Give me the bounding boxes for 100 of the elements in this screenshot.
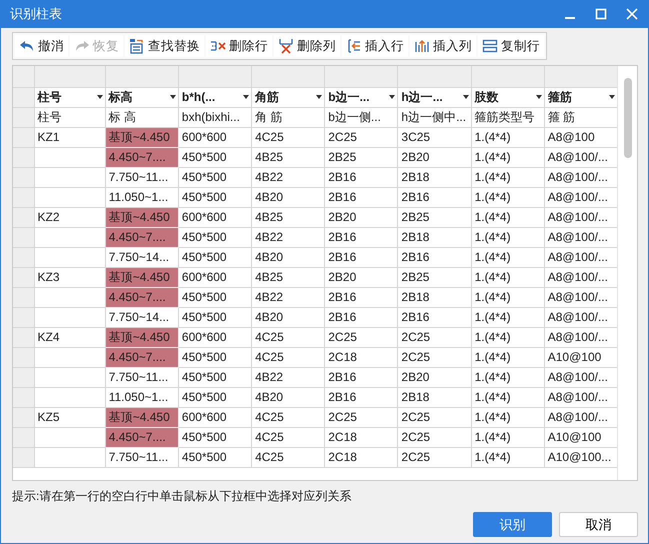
caret-icon: [316, 95, 322, 99]
table-cell: 基顶~4.450: [105, 127, 178, 147]
table-cell: 基顶~4.450: [105, 207, 178, 227]
toolbar-button[interactable]: 撤消: [15, 35, 68, 57]
table-cell: 1.(4*4): [471, 247, 544, 267]
table-cell: 2B20: [398, 147, 472, 167]
table-cell: 1.(4*4): [471, 427, 544, 447]
table-cell: KZ4: [34, 327, 106, 347]
toolbar-button[interactable]: 插入列: [410, 35, 476, 57]
table-cell: 450*500: [178, 287, 252, 307]
table-cell: 450*500: [178, 187, 252, 207]
table-cell: 1.(4*4): [471, 347, 544, 367]
table-cell: 1.(4*4): [471, 127, 544, 147]
table-cell: 2C25: [324, 407, 398, 427]
table-cell: 2B25: [398, 267, 472, 287]
table-cell: 2C25: [398, 447, 472, 467]
table-cell: 基顶~4.450: [105, 267, 178, 287]
column-dropdown[interactable]: h边一...: [398, 87, 472, 107]
header-cell[interactable]: [398, 66, 472, 87]
caret-icon: [96, 95, 103, 99]
table-cell: 3C25: [398, 127, 472, 147]
table-cell: 2B16: [324, 227, 398, 247]
table-cell: 7.750~14...: [105, 307, 178, 327]
table-cell: 2B20: [324, 267, 398, 287]
close-icon[interactable]: [626, 8, 638, 20]
table-cell: 箍筋类型号: [471, 107, 544, 127]
column-dropdown[interactable]: 角筋: [252, 87, 325, 107]
column-dropdown[interactable]: b边一...: [324, 87, 398, 107]
toolbar-button[interactable]: 插入行: [342, 35, 408, 57]
table-cell: 450*500: [178, 367, 252, 387]
toolbar-button[interactable]: 查找替换: [125, 35, 204, 57]
table-cell: 450*500: [178, 147, 252, 167]
table-cell: 450*500: [178, 447, 252, 467]
table-cell: 11.050~1...: [105, 187, 178, 207]
header-cell[interactable]: [544, 66, 617, 87]
caret-icon: [536, 95, 542, 99]
header-cell[interactable]: [105, 66, 178, 87]
table-cell: 1.(4*4): [471, 407, 544, 427]
table-cell: 4B22: [252, 227, 325, 247]
insert-column-icon: [414, 38, 430, 54]
header-cell[interactable]: [471, 66, 544, 87]
header-cell[interactable]: [178, 66, 252, 87]
toolbar-button[interactable]: 删除行: [206, 35, 272, 57]
table-cell: KZ5: [34, 407, 106, 427]
table-cell: 4.450~7....: [105, 347, 178, 367]
table-cell: 2B16: [324, 287, 398, 307]
table-cell: 基顶~4.450: [105, 407, 178, 427]
insert-row-icon: [346, 38, 362, 54]
toolbar-button[interactable]: 删除列: [274, 35, 340, 57]
table-cell: 4C25: [252, 327, 325, 347]
table-cell: 600*600: [178, 327, 252, 347]
table-cell: 2B20: [398, 367, 472, 387]
toolbar-button[interactable]: 复制行: [478, 35, 544, 57]
column-dropdown[interactable]: 肢数: [471, 87, 544, 107]
table-cell: 2B20: [324, 207, 398, 227]
table-cell: 4.450~7....: [105, 147, 178, 167]
table-cell: h边一侧中...: [398, 107, 472, 127]
table-cell: 4B20: [252, 387, 325, 407]
table-cell: 1.(4*4): [471, 267, 544, 287]
recognize-button[interactable]: 识别: [473, 512, 552, 537]
delete-column-icon: [278, 38, 294, 54]
header-cell[interactable]: [34, 66, 106, 87]
table-cell: bxh(bixhi...: [178, 107, 252, 127]
column-dropdown[interactable]: b*h(...: [178, 87, 252, 107]
maximize-icon[interactable]: [595, 8, 607, 20]
scrollbar-thumb[interactable]: [624, 78, 632, 158]
table-cell: 450*500: [178, 247, 252, 267]
table-cell: 2B16: [324, 367, 398, 387]
table-cell: 7.750~11...: [105, 447, 178, 467]
header-cell[interactable]: [252, 66, 325, 87]
table-cell: 2B18: [398, 167, 472, 187]
caret-icon: [243, 95, 250, 99]
table-cell: 4.450~7....: [105, 287, 178, 307]
table-cell: 4B22: [252, 287, 325, 307]
table-cell: 4C25: [252, 407, 325, 427]
table-cell: 柱号: [34, 107, 106, 127]
table-cell: 1.(4*4): [471, 447, 544, 467]
caret-icon: [462, 95, 469, 99]
table-cell: 4C25: [252, 127, 325, 147]
cancel-button[interactable]: 取消: [559, 512, 638, 537]
table-cell: 1.(4*4): [471, 387, 544, 407]
table-cell: 1.(4*4): [471, 187, 544, 207]
table-cell: 450*500: [178, 307, 252, 327]
table-cell: KZ1: [34, 127, 106, 147]
table-cell: 600*600: [178, 127, 252, 147]
table-cell: 7.750~14...: [105, 247, 178, 267]
table-cell: KZ2: [34, 207, 106, 227]
table-cell: 1.(4*4): [471, 227, 544, 247]
table-cell: 2B18: [398, 387, 472, 407]
table-cell: 2B25: [324, 147, 398, 167]
caret-icon: [609, 95, 615, 99]
table-cell: 1.(4*4): [471, 287, 544, 307]
column-dropdown[interactable]: 标高: [105, 87, 178, 107]
table-cell: 4B22: [252, 167, 325, 187]
table-cell: 1.(4*4): [471, 207, 544, 227]
table-cell: 1.(4*4): [471, 167, 544, 187]
table-cell: 2C25: [398, 327, 472, 347]
table-cell: 2C25: [324, 327, 398, 347]
header-cell[interactable]: [324, 66, 398, 87]
column-dropdown[interactable]: 柱号: [34, 87, 106, 107]
